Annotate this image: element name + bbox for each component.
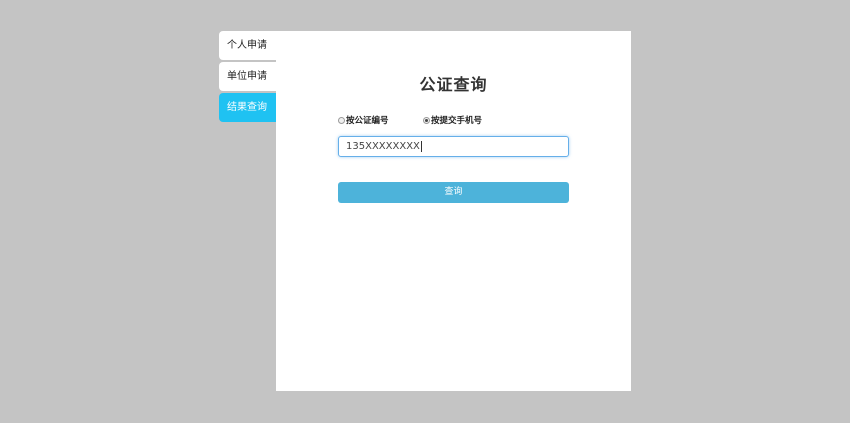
side-tab-list: 个人申请 单位申请 结果查询 <box>219 31 276 124</box>
radio-checked-icon[interactable] <box>423 116 430 124</box>
radio-unchecked-icon[interactable] <box>338 116 345 124</box>
tab-label: 单位申请 <box>227 71 267 82</box>
query-mode-radio-group: 按公证编号 按提交手机号 <box>338 114 578 128</box>
radio-label: 按公证编号 <box>346 116 389 126</box>
radio-label: 按提交手机号 <box>431 116 483 126</box>
input-value: 135XXXXXXXX <box>346 141 420 152</box>
radio-by-notary-number[interactable]: 按公证编号 <box>338 114 389 126</box>
tab-label: 个人申请 <box>227 40 267 51</box>
phone-number-input[interactable]: 135XXXXXXXX <box>338 136 569 157</box>
tab-organization-application[interactable]: 单位申请 <box>219 62 276 91</box>
tab-personal-application[interactable]: 个人申请 <box>219 31 276 60</box>
page-title: 公证查询 <box>419 75 488 94</box>
query-button[interactable]: 查询 <box>338 182 569 203</box>
tab-result-query[interactable]: 结果查询 <box>219 93 276 122</box>
tab-label: 结果查询 <box>227 102 267 113</box>
page: 个人申请 单位申请 结果查询 公证查询 按公证编号 按提交手机号 135XXXX… <box>0 0 850 423</box>
radio-by-phone-number[interactable]: 按提交手机号 <box>423 114 482 126</box>
text-cursor <box>420 140 422 152</box>
query-panel: 公证查询 按公证编号 按提交手机号 135XXXXXXXX 查询 <box>276 31 631 391</box>
